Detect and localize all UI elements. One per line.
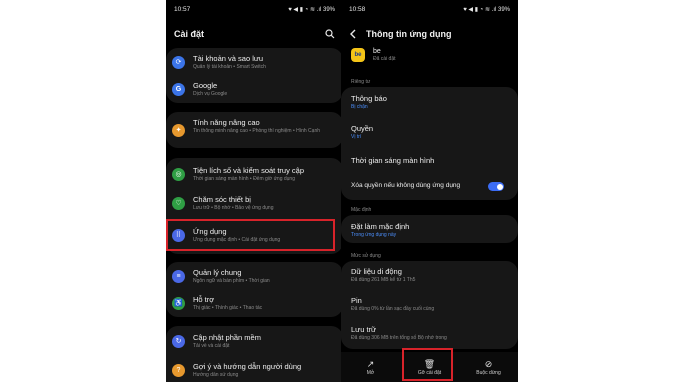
app-name: be [373,48,381,55]
google-icon: G [172,82,185,96]
status-time: 10:58 [349,5,366,13]
settings-item-subtitle: Ngôn ngữ và bàn phím • Thời gian [193,277,270,284]
settings-screen: 10:57 ♥ ◀ ▮ ◔ ≋ .ıl 39% Cài đặt ⟳ Tài kh… [166,0,343,382]
battery-title: Pin [351,296,362,305]
device-care-icon: ♡ [172,196,185,210]
app-info-screen: 10:58 ♥ ◀ ▮ ◔ ≋ .ıl 39% Thông tin ứng dụ… [341,0,518,382]
status-time: 10:57 [174,5,191,13]
screen-time-title: Thời gian sáng màn hình [351,156,435,165]
set-default-status: Trong ứng dụng này [351,232,397,238]
settings-item-advanced[interactable]: ✦ Tính năng nâng cao Tin thông minh nâng … [166,116,343,144]
be-app-icon: be [351,48,365,62]
settings-item-title: Cập nhật phần mềm [193,332,261,342]
settings-item-device-care[interactable]: ♡ Chăm sóc thiết bị Lưu trữ • Bộ nhớ • Bả… [166,192,343,214]
settings-item-subtitle: Lưu trữ • Bộ nhớ • Bảo vệ ứng dụng [193,204,274,211]
settings-item-subtitle: Tin thông minh nâng cao • Phòng thí nghi… [193,128,321,134]
remove-permissions-toggle[interactable] [488,182,504,191]
permissions-status: Vị trí [351,134,362,140]
settings-item-google[interactable]: G Google Dịch vụ Google [166,78,343,100]
wellbeing-icon: ◎ [172,167,185,181]
status-bar: 10:57 ♥ ◀ ▮ ◔ ≋ .ıl 39% [174,4,335,14]
sync-icon: ⟳ [172,55,185,69]
settings-item-title: Hỗ trợ [193,294,215,304]
permissions-item[interactable]: Quyền Vị trí [351,124,510,141]
back-arrow-icon[interactable] [349,29,358,39]
status-icons: ♥ ◀ ▮ ◔ ≋ .ıl 39% [288,6,335,13]
section-usage-label: Mức sử dụng [351,253,381,259]
tips-icon: ? [172,363,185,377]
remove-permissions-title: Xóa quyền nếu không dùng ứng dụng [351,182,461,189]
status-bar: 10:58 ♥ ◀ ▮ ◔ ≋ .ıl 39% [349,4,510,14]
settings-item-general-management[interactable]: ≡ Quản lý chung Ngôn ngữ và bàn phím • Th… [166,265,343,287]
page-title: Cài đặt [174,29,205,39]
settings-item-title: Gợi ý và hướng dẫn người dùng [193,361,302,371]
storage-usage: Đã dùng 306 MB trên tổng số Bộ nhớ trong [351,335,447,341]
app-info-header: Thông tin ứng dụng [349,24,510,44]
battery-item[interactable]: Pin Đã dùng 0% từ lần sạc đầy cuối cùng [351,296,510,313]
settings-item-title: Google [193,80,218,90]
general-management-icon: ≡ [172,269,185,283]
settings-item-subtitle: Quản lý tài khoản • Smart Switch [193,63,266,70]
settings-item-subtitle: Tải về và cài đặt [193,342,230,349]
open-button[interactable]: ↗ Mở [346,359,396,376]
settings-item-subtitle: Hướng dẫn sử dụng [193,371,239,378]
search-icon[interactable] [325,29,335,39]
set-default-title: Đặt làm mặc định [351,222,410,231]
settings-item-accounts[interactable]: ⟳ Tài khoản và sao lưu Quản lý tài khoản … [166,51,343,73]
app-status: Đã cài đặt [373,56,396,62]
mobile-data-title: Dữ liệu di động [351,267,402,276]
battery-usage: Đã dùng 0% từ lần sạc đầy cuối cùng [351,306,435,312]
apps-highlight-box [166,219,335,251]
uninstall-highlight-box [402,348,453,381]
screen-time-item[interactable]: Thời gian sáng màn hình [351,156,510,166]
settings-header: Cài đặt [174,24,335,44]
open-external-icon: ↗ [366,358,375,369]
page-title: Thông tin ứng dụng [366,29,452,39]
settings-item-software-update[interactable]: ↻ Cập nhật phần mềm Tải về và cài đặt [166,330,343,352]
mobile-data-usage: Đã dùng 261 MB kể từ 1 Th5 [351,277,416,283]
settings-item-title: Tiện lích số và kiểm soát truy cập [193,165,305,175]
section-privacy-label: Riêng tư [351,79,371,85]
remove-permissions-item[interactable]: Xóa quyền nếu không dùng ứng dụng [351,181,510,191]
notifications-title: Thông báo [351,94,387,103]
status-icons: ♥ ◀ ▮ ◔ ≋ .ıl 39% [463,6,510,13]
settings-item-title: Tài khoản và sao lưu [193,53,264,63]
set-default-item[interactable]: Đặt làm mặc định Trong ứng dụng này [351,222,510,239]
settings-item-subtitle: Dịch vụ Google [193,90,228,97]
accessibility-icon: ♿ [172,296,185,310]
storage-item[interactable]: Lưu trữ Đã dùng 306 MB trên tổng số Bộ n… [351,325,510,342]
software-update-icon: ↻ [172,334,185,348]
mobile-data-item[interactable]: Dữ liệu di động Đã dùng 261 MB kể từ 1 T… [351,267,510,284]
app-header: be Đã cài đặt [373,48,396,62]
settings-item-title: Tính năng nâng cao [193,118,260,127]
advanced-icon: ✦ [172,123,185,137]
settings-item-title: Chăm sóc thiết bị [193,194,251,204]
settings-item-subtitle: Thị giác • Thính giác • Thao tác [193,304,263,311]
force-stop-icon: ⊘ [484,358,493,369]
settings-item-accessibility[interactable]: ♿ Hỗ trợ Thị giác • Thính giác • Thao tác [166,292,343,314]
force-stop-label: Buộc dừng [476,369,501,376]
permissions-title: Quyền [351,124,374,133]
notifications-item[interactable]: Thông báo Bị chặn [351,94,510,111]
settings-item-subtitle: Thời gian sáng màn hình • Đếm giờ ứng dụ… [193,175,295,182]
force-stop-button[interactable]: ⊘ Buộc dừng [464,359,514,376]
open-label: Mở [366,369,375,376]
settings-item-wellbeing[interactable]: ◎ Tiện lích số và kiểm soát truy cập Thời… [166,163,343,185]
settings-item-tips[interactable]: ? Gợi ý và hướng dẫn người dùng Hướng dẫn… [166,359,343,381]
storage-title: Lưu trữ [351,325,377,334]
settings-item-title: Quản lý chung [193,267,242,277]
notifications-status: Bị chặn [351,104,368,110]
section-default-label: Mặc định [351,207,372,213]
